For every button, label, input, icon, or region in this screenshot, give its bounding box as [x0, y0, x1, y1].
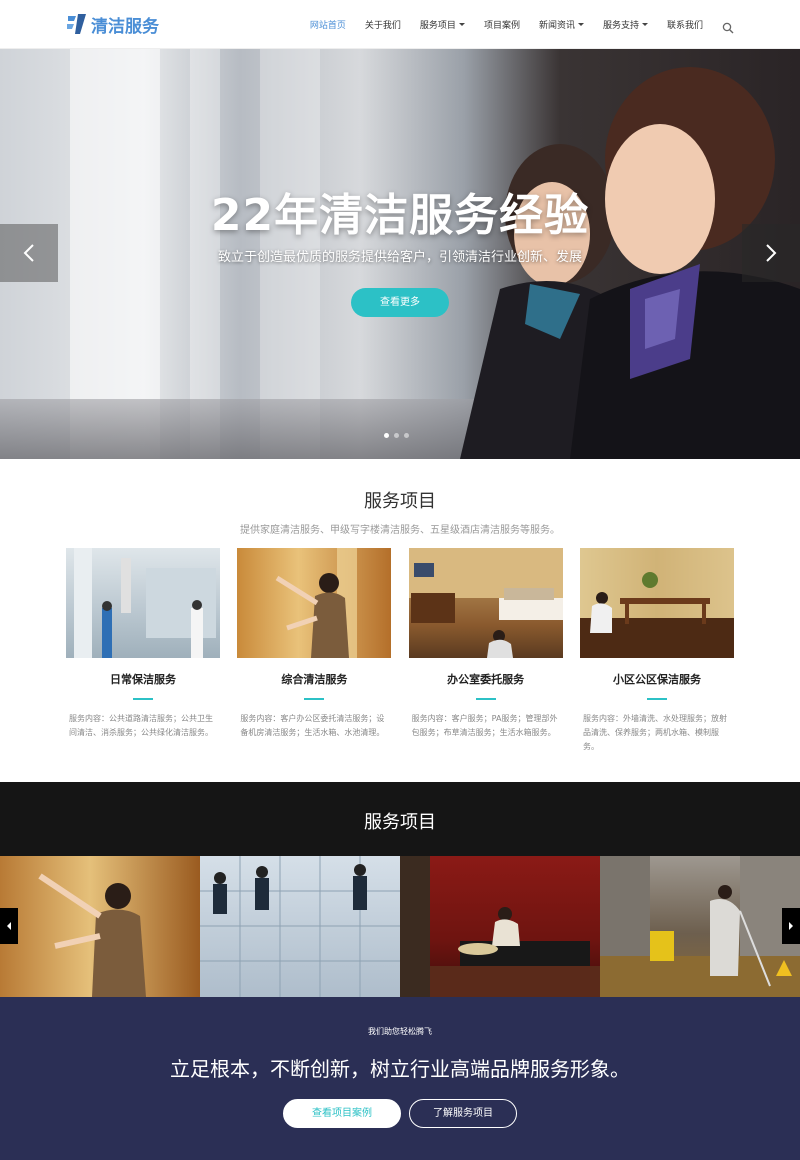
nav-item-contact[interactable]: 联系我们 [667, 18, 703, 31]
nav-label: 联系我们 [666, 21, 703, 31]
gallery-images [0, 856, 800, 997]
caret-left-icon [7, 922, 11, 930]
nav-label: 项目案例 [483, 21, 520, 31]
chevron-right-icon [766, 244, 777, 262]
caret-down-icon [641, 23, 648, 26]
service-card-desc: 服务内容：外墙清洗、水处理服务；放射品清洗、保养服务；两机水箱、模制服务。 [582, 714, 727, 751]
slider-dot[interactable] [394, 433, 399, 438]
nav-label: 关于我们 [364, 21, 401, 31]
slider-dot[interactable] [404, 433, 409, 438]
service-card-image [408, 548, 563, 658]
cta-section: 我们助您轻松腾飞 立足根本，不断创新，树立行业高端品牌服务形象。 查看项目案例 … [0, 997, 800, 1160]
gallery-title: 服务项目 [364, 812, 436, 833]
gallery-image[interactable] [400, 856, 600, 997]
service-cards: 日常保洁服务 服务内容：公共道路清洁服务；公共卫生间清洁、消杀服务；公共绿化清洁… [66, 548, 734, 754]
service-card-title: 小区公区保洁服务 [612, 673, 701, 686]
chevron-left-icon [23, 244, 34, 262]
caret-down-icon [458, 23, 465, 26]
hero-prev-button[interactable] [0, 224, 58, 282]
nav-label: 服务项目 [419, 21, 456, 31]
main-nav: 网站首页 关于我们 服务项目 项目案例 新闻资讯 服务支持 联系我们 [291, 0, 734, 49]
hero-title: 22年清洁服务经验 [210, 190, 590, 241]
logo-text: 清洁服务 [91, 16, 159, 37]
service-card-image [237, 548, 392, 658]
nav-label: 网站首页 [309, 21, 346, 31]
nav-item-cases[interactable]: 项目案例 [484, 18, 520, 31]
site-header: 清洁服务 网站首页 关于我们 服务项目 项目案例 新闻资讯 服务支持 联系我们 [0, 0, 800, 49]
nav-item-about[interactable]: 关于我们 [365, 18, 401, 31]
gallery-image[interactable] [0, 856, 200, 997]
service-card-title: 办公室委托服务 [447, 673, 525, 686]
gallery-prev-button[interactable] [0, 908, 18, 944]
learn-services-button[interactable]: 了解服务项目 [409, 1099, 517, 1128]
services-subtitle: 提供家庭清洁服务、甲级写字楼清洁服务、五星级酒店清洁服务等服务。 [240, 525, 560, 536]
slider-dots [384, 433, 414, 438]
hero-slider: 22年清洁服务经验 致立于创造最优质的服务提供给客户，引领清洁行业创新、发展 查… [0, 49, 800, 459]
service-card[interactable]: 办公室委托服务 服务内容：客户服务；PA服务；管理部外包服务；布草清洁服务；生活… [408, 548, 563, 754]
service-card-desc: 服务内容：客户服务；PA服务；管理部外包服务；布草清洁服务；生活水箱服务。 [411, 714, 558, 737]
slider-dot[interactable] [384, 433, 389, 438]
gallery-next-button[interactable] [782, 908, 800, 944]
search-icon[interactable] [722, 19, 734, 33]
divider [133, 698, 153, 700]
cta-tagline: 我们助您轻松腾飞 [368, 1027, 432, 1036]
hero-more-button[interactable]: 查看更多 [351, 288, 449, 317]
gallery-image[interactable] [600, 856, 800, 997]
service-card-title: 日常保洁服务 [110, 673, 176, 686]
logo[interactable]: 清洁服务 [66, 11, 159, 37]
divider [646, 698, 667, 700]
hero-next-button[interactable] [742, 224, 800, 282]
service-card-desc: 服务内容：客户办公区委托清洁服务；设备机房清洁服务；生活水箱、水池清理。 [240, 714, 385, 737]
nav-item-home[interactable]: 网站首页 [310, 18, 346, 31]
service-card[interactable]: 综合清洁服务 服务内容：客户办公区委托清洁服务；设备机房清洁服务；生活水箱、水池… [237, 548, 392, 754]
logo-icon [66, 12, 88, 36]
divider [475, 698, 496, 700]
hero-subtitle: 致立于创造最优质的服务提供给客户，引领清洁行业创新、发展 [217, 250, 582, 265]
nav-item-news[interactable]: 新闻资讯 [539, 18, 584, 31]
gallery-image[interactable] [200, 856, 400, 997]
service-card-image [579, 548, 734, 658]
project-gallery-section: 服务项目 [0, 782, 800, 997]
divider [304, 698, 325, 700]
nav-label: 服务支持 [602, 21, 639, 31]
caret-down-icon [577, 23, 584, 26]
service-card-desc: 服务内容：公共道路清洁服务；公共卫生间清洁、消杀服务；公共绿化清洁服务。 [69, 714, 213, 737]
caret-right-icon [789, 922, 793, 930]
service-card-image [66, 548, 220, 658]
service-card[interactable]: 小区公区保洁服务 服务内容：外墙清洗、水处理服务；放射品清洗、保养服务；两机水箱… [579, 548, 734, 754]
service-card-title: 综合清洁服务 [281, 673, 348, 686]
service-card[interactable]: 日常保洁服务 服务内容：公共道路清洁服务；公共卫生间清洁、消杀服务；公共绿化清洁… [66, 548, 220, 754]
services-title: 服务项目 [364, 491, 436, 512]
nav-label: 新闻资讯 [538, 21, 575, 31]
view-cases-button[interactable]: 查看项目案例 [283, 1099, 401, 1128]
nav-item-support[interactable]: 服务支持 [603, 18, 648, 31]
cta-headline: 立足根本，不断创新，树立行业高端品牌服务形象。 [170, 1057, 630, 1081]
nav-item-services[interactable]: 服务项目 [420, 18, 465, 31]
